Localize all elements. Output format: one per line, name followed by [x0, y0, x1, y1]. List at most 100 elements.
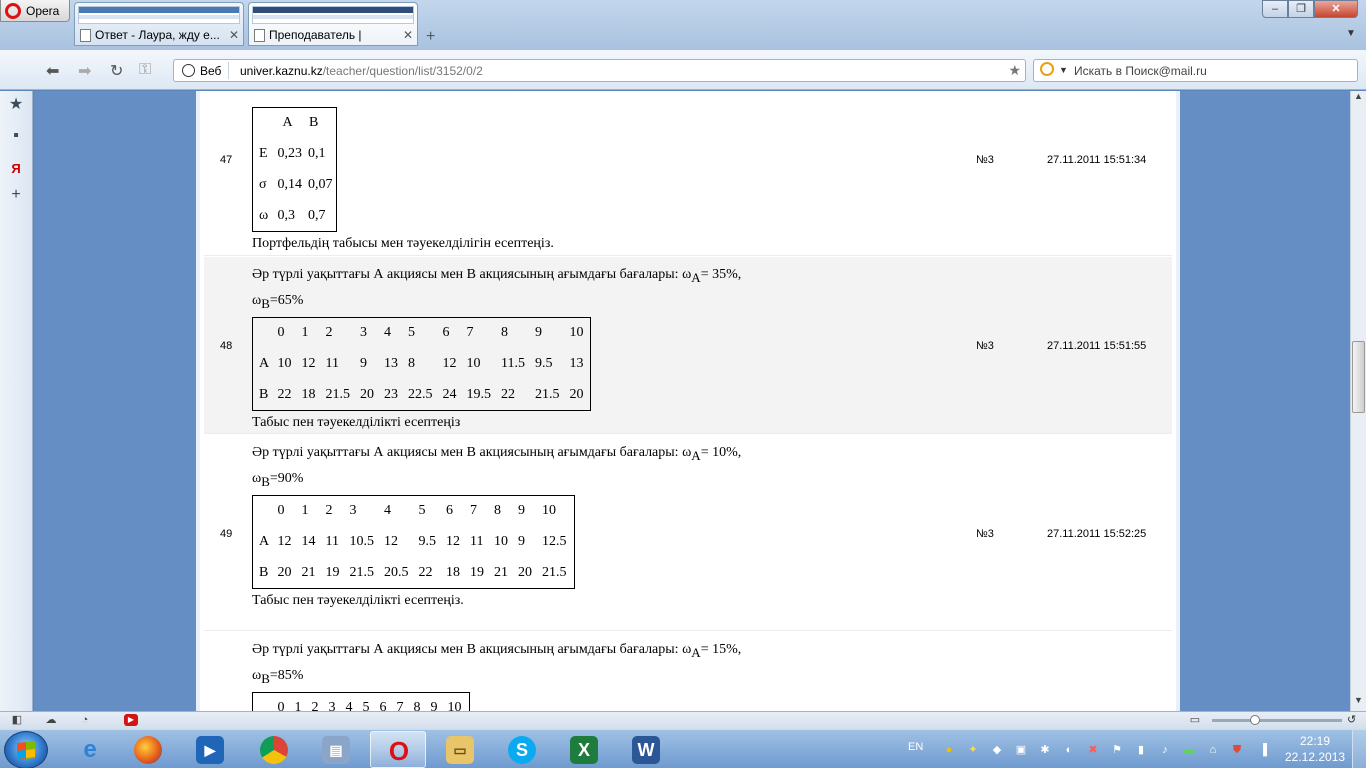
taskbar-ie[interactable]: e [62, 731, 118, 768]
volume-icon[interactable]: ♪ [1158, 743, 1172, 757]
view-icon[interactable]: ▭ [1188, 714, 1202, 726]
table-cell: 24 [442, 386, 457, 402]
table-cell: B [259, 386, 269, 402]
turbo-icon[interactable]: ◔ [78, 714, 92, 726]
maximize-button[interactable]: ❐ [1288, 0, 1314, 18]
back-icon[interactable]: ⬅ [46, 61, 59, 81]
start-button[interactable] [4, 731, 48, 768]
key-icon[interactable]: ⚿ [139, 61, 151, 79]
zoom-reset-icon[interactable]: ↺ [1347, 713, 1356, 726]
url-text[interactable]: univer.kaznu.kz/teacher/question/list/31… [240, 64, 483, 78]
tray-app-icon[interactable]: ✦ [966, 743, 980, 757]
row-number: 49 [220, 528, 233, 540]
table-cell: 22 [418, 564, 433, 580]
table-cell: 3 [349, 503, 357, 519]
scroll-down-icon[interactable]: ▼ [1351, 695, 1366, 711]
panel-toggle-icon[interactable]: ◧ [10, 714, 24, 726]
update-icon[interactable]: ● [942, 743, 956, 757]
table-cell: 19 [325, 564, 340, 580]
new-tab-button[interactable]: + [426, 28, 435, 46]
tab-list-icon[interactable]: ▼ [1346, 28, 1356, 39]
taskbar-chrome[interactable] [246, 731, 302, 768]
yandex-icon[interactable]: Я [7, 161, 25, 179]
tab-close-icon[interactable]: ✕ [403, 28, 413, 42]
url-path: /teacher/question/list/3152/0/2 [322, 64, 483, 78]
tray-app-icon[interactable]: ◐ [1062, 743, 1076, 757]
taskbar-opera[interactable]: O [370, 731, 426, 768]
table-cell: 20.5 [384, 564, 409, 580]
ie-icon: e [83, 736, 97, 763]
question-line: ωB=65% [252, 291, 741, 317]
bluetooth-icon[interactable]: ✱ [1038, 743, 1052, 757]
zoom-slider[interactable] [1212, 719, 1342, 722]
vertical-scrollbar[interactable]: ▲ ▼ [1350, 91, 1366, 711]
search-engine-icon[interactable] [1040, 62, 1054, 76]
browser-titlebar: Opera Ответ - Лаура, жду е... ✕ Преподав… [0, 0, 1366, 50]
question-line: ωB=90% [252, 469, 741, 495]
table-cell: 14 [301, 534, 316, 549]
forward-icon[interactable]: ➡ [78, 61, 91, 81]
signal-icon[interactable]: ▮ [1134, 743, 1148, 757]
scroll-thumb[interactable] [1352, 341, 1365, 413]
shield-icon[interactable]: ⛊ [1230, 743, 1244, 757]
network-status-icon[interactable]: ✖ [1086, 743, 1100, 757]
clock-date[interactable]: 22.12.2013 [1285, 750, 1345, 764]
youtube-icon[interactable]: ▶ [124, 714, 138, 726]
opera-menu-button[interactable]: Opera [0, 0, 70, 22]
clock-time[interactable]: 22:19 [1300, 734, 1330, 748]
bookmark-star-icon[interactable]: ★ [1008, 62, 1021, 79]
search-field[interactable]: ▼ Искать в Поиск@mail.ru [1033, 59, 1358, 82]
table-cell: σ [259, 177, 267, 192]
taskbar-network[interactable]: ▤ [308, 731, 364, 768]
taskbar-firefox[interactable] [120, 731, 176, 768]
add-panel-icon[interactable]: + [7, 186, 25, 204]
taskbar-skype[interactable]: S [494, 731, 550, 768]
show-desktop-button[interactable] [1352, 730, 1366, 768]
tray-app-icon[interactable]: ◆ [990, 743, 1004, 757]
divider [228, 62, 229, 79]
address-bar[interactable]: Веб univer.kaznu.kz/teacher/question/lis… [173, 59, 1026, 82]
tab-teacher[interactable]: Преподаватель | ✕ [248, 2, 418, 46]
taskbar-excel[interactable]: X [556, 731, 612, 768]
zoom-slider-knob[interactable] [1250, 715, 1260, 725]
bookmarks-star-icon[interactable]: ★ [7, 94, 25, 113]
taskbar-word[interactable]: W [618, 731, 674, 768]
close-window-button[interactable]: ✕ [1314, 0, 1358, 18]
tab-answer[interactable]: Ответ - Лаура, жду е... ✕ [74, 2, 244, 46]
table-cell: 22 [501, 386, 515, 402]
reload-icon[interactable]: ↻ [110, 61, 123, 81]
action-center-icon[interactable]: ⚑ [1110, 743, 1124, 757]
scroll-up-icon[interactable]: ▲ [1351, 91, 1366, 107]
text: = 35%, [700, 267, 742, 282]
table-cell: 0,07 [308, 177, 333, 192]
table-cell: E [259, 146, 268, 161]
tab-label: Преподаватель | [269, 28, 362, 42]
table-cell: 9 [430, 700, 438, 711]
chevron-down-icon[interactable]: ▼ [1059, 65, 1068, 75]
table-row-line: 0 1 2 3 4 5 6 7 8 9 10 [253, 496, 575, 527]
table-cell: 8 [501, 325, 508, 341]
notes-icon[interactable]: ▪ [7, 127, 25, 145]
monitor-icon[interactable]: ▣ [1014, 743, 1028, 757]
taskbar-explorer[interactable]: ▭ [432, 731, 488, 768]
flag-icon[interactable]: ▐ [1256, 743, 1270, 757]
tab-close-icon[interactable]: ✕ [229, 28, 239, 42]
table-cell: 6 [446, 503, 453, 519]
table-cell: 0,14 [277, 177, 303, 192]
table-cell: 21 [301, 564, 316, 580]
table-cell: 10 [542, 503, 556, 519]
cloud-icon[interactable]: ☁ [44, 714, 58, 726]
minimize-button[interactable]: – [1262, 0, 1288, 18]
text: ω [252, 668, 262, 683]
table-cell: 23 [384, 386, 398, 402]
table-cell: 12.5 [542, 534, 567, 549]
battery-icon[interactable]: ▬ [1182, 743, 1196, 757]
table-cell: 3 [328, 700, 336, 711]
language-indicator[interactable]: EN [908, 741, 923, 753]
table-cell: A [282, 115, 293, 131]
table-cell: 10 [447, 700, 462, 711]
table-cell: 4 [345, 700, 353, 711]
taskbar-media[interactable]: ▶ [182, 731, 238, 768]
table-cell: 21.5 [349, 564, 375, 580]
usb-icon[interactable]: ⌂ [1206, 743, 1220, 757]
